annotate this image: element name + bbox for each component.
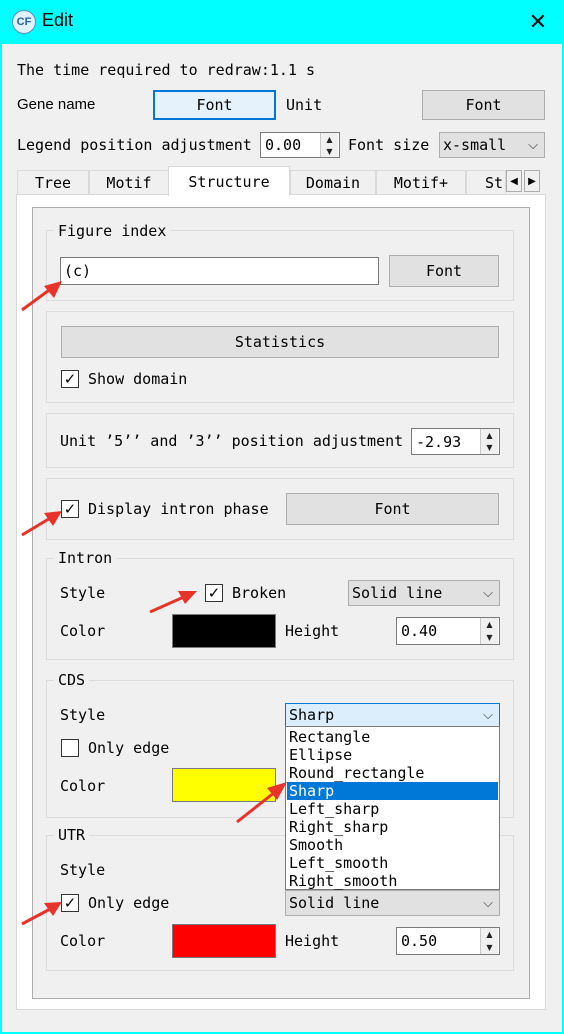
legend-position-value: 0.00 bbox=[265, 136, 302, 154]
unit-label: Unit bbox=[286, 96, 323, 114]
font-size-value: x-small bbox=[443, 136, 507, 154]
intron-line-style-select[interactable]: Solid line ⌵ bbox=[348, 580, 500, 606]
intron-height-value: 0.40 bbox=[401, 622, 438, 640]
font-size-select[interactable]: x-small ⌵ bbox=[439, 132, 545, 158]
spin-down-icon[interactable]: ▼ bbox=[481, 441, 498, 454]
chevron-down-icon: ⌵ bbox=[528, 137, 538, 153]
display-intron-phase-label: Display intron phase bbox=[88, 500, 269, 518]
font-size-label: Font size bbox=[348, 136, 430, 154]
utr-height-label: Height bbox=[285, 932, 340, 950]
cds-style-option[interactable]: Smooth bbox=[287, 836, 498, 854]
spin-up-icon[interactable]: ▲ bbox=[481, 618, 498, 632]
spin-down-icon[interactable]: ▼ bbox=[321, 145, 338, 157]
intron-title: Intron bbox=[54, 548, 117, 568]
close-icon[interactable]: ✕ bbox=[526, 10, 550, 34]
intron-phase-font-button[interactable]: Font bbox=[286, 493, 499, 525]
legend-position-spinbox[interactable]: 0.00 ▲ ▼ bbox=[260, 132, 340, 158]
spin-up-icon[interactable]: ▲ bbox=[481, 429, 498, 443]
intron-broken-label: Broken bbox=[232, 584, 287, 602]
intron-line-style-value: Solid line bbox=[352, 584, 443, 602]
intron-color-label: Color bbox=[60, 622, 106, 640]
cds-style-label: Style bbox=[60, 706, 106, 724]
tab-motif[interactable]: Motif bbox=[89, 170, 169, 194]
intron-height-label: Height bbox=[285, 622, 340, 640]
tab-label: St bbox=[485, 173, 504, 192]
utr-title: UTR bbox=[54, 825, 90, 845]
tab-label: Tree bbox=[34, 173, 72, 192]
cds-style-option[interactable]: Round_rectangle bbox=[287, 764, 498, 782]
window-title: Edit bbox=[42, 10, 74, 30]
tab-tree[interactable]: Tree bbox=[17, 170, 89, 194]
unit-adjust-value: -2.93 bbox=[416, 432, 462, 451]
app-icon: CF bbox=[12, 10, 36, 34]
tab-label: Structure bbox=[188, 172, 270, 191]
cds-only-edge-label: Only edge bbox=[88, 739, 170, 757]
intron-color-swatch[interactable] bbox=[172, 614, 276, 648]
cds-style-option[interactable]: Right_smooth bbox=[287, 872, 498, 890]
cds-color-label: Color bbox=[60, 777, 106, 795]
cds-style-option[interactable]: Sharp bbox=[287, 782, 498, 800]
show-domain-label: Show domain bbox=[88, 370, 188, 388]
tab-scroll-left-icon[interactable]: ◀ bbox=[506, 170, 522, 192]
figure-index-font-button[interactable]: Font bbox=[389, 255, 499, 287]
annotation-arrow-icon bbox=[21, 902, 62, 926]
legend-position-label: Legend position adjustment bbox=[17, 136, 252, 154]
spin-down-icon[interactable]: ▼ bbox=[481, 631, 498, 644]
cds-style-option[interactable]: Left_sharp bbox=[287, 800, 498, 818]
chevron-down-icon: ⌵ bbox=[483, 585, 493, 601]
tab-motif-plus[interactable]: Motif+ bbox=[376, 170, 466, 194]
intron-style-label: Style bbox=[60, 584, 106, 602]
utr-line-style-value: Solid line bbox=[289, 894, 380, 912]
gene-name-font-button[interactable]: Font bbox=[153, 90, 276, 120]
chevron-down-icon: ⌵ bbox=[483, 895, 493, 911]
utr-style-label: Style bbox=[60, 861, 106, 879]
unit-adjust-spinbox[interactable]: -2.93 ▲ ▼ bbox=[411, 428, 500, 455]
tab-structure[interactable]: Structure bbox=[168, 166, 290, 196]
show-domain-checkbox[interactable]: ✓ bbox=[61, 370, 79, 388]
cds-only-edge-checkbox[interactable] bbox=[61, 739, 79, 757]
unit-font-button[interactable]: Font bbox=[422, 90, 545, 120]
figure-index-title: Figure index bbox=[54, 221, 171, 241]
annotation-arrow-icon bbox=[149, 591, 197, 614]
cds-title: CDS bbox=[54, 670, 90, 690]
cds-style-option[interactable]: Left_smooth bbox=[287, 854, 498, 872]
unit-adjust-label: Unit ’5’’ and ’3’’ position adjustment bbox=[60, 432, 404, 450]
cds-style-option[interactable]: Ellipse bbox=[287, 746, 498, 764]
redraw-time-text: The time required to redraw:1.1 s bbox=[17, 61, 316, 79]
cds-style-option[interactable]: Rectangle bbox=[287, 728, 498, 746]
tab-label: Motif bbox=[106, 173, 152, 192]
utr-height-spinbox[interactable]: 0.50 ▲ ▼ bbox=[396, 927, 500, 955]
tab-scroll-right-icon[interactable]: ▶ bbox=[524, 170, 540, 192]
utr-color-label: Color bbox=[60, 932, 106, 950]
spin-down-icon[interactable]: ▼ bbox=[481, 941, 498, 954]
chevron-down-icon: ⌵ bbox=[483, 707, 493, 723]
cds-style-option[interactable]: Right_sharp bbox=[287, 818, 498, 836]
utr-only-edge-label: Only edge bbox=[88, 894, 170, 912]
tab-label: Domain bbox=[305, 173, 361, 192]
tab-domain[interactable]: Domain bbox=[290, 170, 376, 194]
tab-st[interactable]: St bbox=[466, 170, 506, 194]
utr-height-value: 0.50 bbox=[401, 932, 438, 950]
statistics-button[interactable]: Statistics bbox=[61, 326, 499, 358]
intron-height-spinbox[interactable]: 0.40 ▲ ▼ bbox=[396, 617, 500, 645]
cds-style-dropdown-list[interactable]: Rectangle Ellipse Round_rectangle Sharp Left… bbox=[285, 726, 500, 890]
figure-index-input[interactable]: (c) bbox=[60, 257, 379, 285]
spin-up-icon[interactable]: ▲ bbox=[481, 928, 498, 942]
title-bar bbox=[0, 0, 564, 44]
annotation-arrow-icon bbox=[21, 511, 62, 537]
gene-name-label: Gene name bbox=[17, 96, 96, 113]
tab-label: Motif+ bbox=[393, 173, 449, 192]
cds-style-value: Sharp bbox=[289, 706, 335, 724]
cds-style-select[interactable]: Sharp ⌵ bbox=[285, 703, 500, 727]
utr-line-style-select[interactable]: Solid line ⌵ bbox=[285, 890, 500, 916]
annotation-arrow-icon bbox=[21, 281, 62, 312]
intron-broken-checkbox[interactable]: ✓ bbox=[205, 584, 223, 602]
annotation-arrow-icon bbox=[236, 782, 287, 824]
utr-color-swatch[interactable] bbox=[172, 924, 276, 958]
